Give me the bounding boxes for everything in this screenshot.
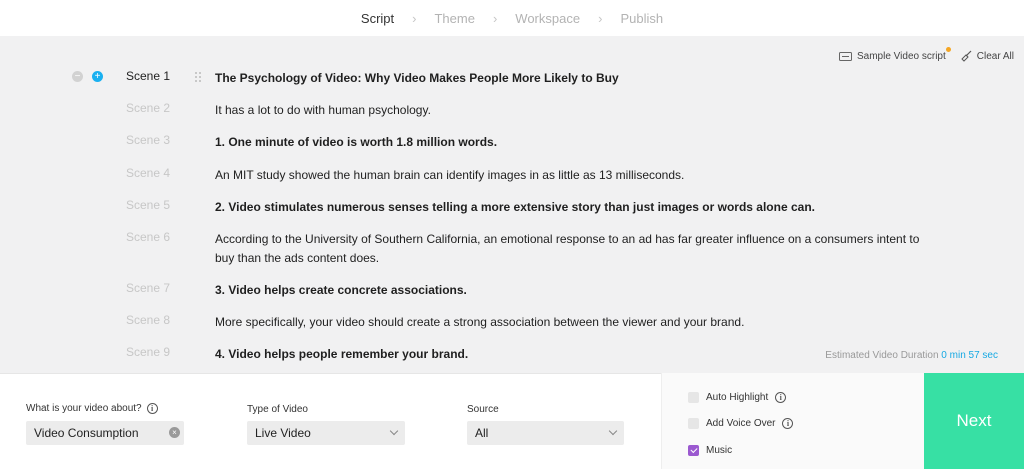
music-label: Music (706, 445, 733, 456)
info-icon[interactable]: i (782, 418, 794, 429)
scene-label[interactable]: Scene 5 (126, 198, 170, 212)
next-button[interactable]: Next (924, 373, 1024, 469)
chevron-right-icon: › (598, 10, 603, 26)
clear-all-label: Clear All (976, 50, 1014, 62)
notification-dot (945, 46, 951, 52)
step-script[interactable]: Script (357, 11, 398, 26)
scene-text[interactable]: According to the University of Southern … (215, 230, 935, 268)
sample-video-script-button[interactable]: Sample Video script (839, 46, 951, 62)
scene-text[interactable]: An MIT study showed the human brain can … (215, 166, 935, 185)
scene-label[interactable]: Scene 6 (126, 230, 170, 244)
type-field-label: Type of Video (247, 404, 308, 415)
clear-input-icon[interactable]: × (169, 427, 180, 438)
sample-video-script-label: Sample Video script (857, 50, 946, 62)
about-label-text: What is your video about? (26, 403, 142, 414)
scene-label[interactable]: Scene 3 (126, 133, 170, 147)
scene-text[interactable]: More specifically, your video should cre… (215, 313, 935, 332)
voice-over-checkbox[interactable] (688, 418, 699, 429)
video-topic-field[interactable]: × (26, 421, 184, 445)
chevron-down-icon (389, 426, 399, 436)
scene-label[interactable]: Scene 2 (126, 101, 170, 115)
scene-label[interactable]: Scene 4 (126, 166, 170, 180)
voice-over-option[interactable]: Add Voice Over i (688, 418, 794, 429)
scene-label[interactable]: Scene 9 (126, 345, 170, 359)
auto-highlight-option[interactable]: Auto Highlight i (688, 392, 787, 403)
script-editor: Sample Video script Clear All − + Scene … (0, 36, 1024, 373)
auto-highlight-label: Auto Highlight (706, 392, 769, 403)
scene-text[interactable]: The Psychology of Video: Why Video Makes… (215, 69, 935, 88)
scene-text[interactable]: 3. Video helps create concrete associati… (215, 281, 935, 300)
scene-label[interactable]: Scene 1 (126, 69, 170, 83)
about-field-label: What is your video about? i (26, 403, 158, 414)
scene-label[interactable]: Scene 7 (126, 281, 170, 295)
source-field-label: Source (467, 404, 499, 415)
source-label-text: Source (467, 404, 499, 415)
video-type-value: Live Video (255, 426, 311, 440)
step-navigation: Script › Theme › Workspace › Publish (0, 0, 1024, 36)
options-panel: Auto Highlight i Add Voice Over i Music (661, 373, 924, 469)
music-option[interactable]: Music (688, 445, 732, 456)
broom-icon (961, 50, 972, 62)
auto-highlight-checkbox[interactable] (688, 392, 699, 403)
duration-label: Estimated Video Duration (825, 350, 939, 361)
scene-text[interactable]: It has a lot to do with human psychology… (215, 101, 935, 120)
drag-handle-icon[interactable] (194, 71, 202, 83)
chevron-down-icon (608, 426, 618, 436)
video-type-select[interactable]: Live Video (247, 421, 405, 445)
scene-text[interactable]: 1. One minute of video is worth 1.8 mill… (215, 133, 935, 152)
estimated-duration: Estimated Video Duration 0 min 57 sec (825, 350, 998, 361)
add-scene-icon[interactable]: + (92, 71, 103, 82)
clear-all-button[interactable]: Clear All (960, 50, 1014, 62)
remove-scene-icon[interactable]: − (72, 71, 83, 82)
duration-value: 0 min 57 sec (941, 350, 998, 361)
source-select[interactable]: All (467, 421, 624, 445)
source-value: All (475, 426, 489, 440)
scene-label[interactable]: Scene 8 (126, 313, 170, 327)
type-label-text: Type of Video (247, 404, 308, 415)
editor-toolbar: Sample Video script Clear All (839, 46, 1014, 62)
step-publish[interactable]: Publish (616, 11, 667, 26)
music-checkbox[interactable] (688, 445, 699, 456)
scene-text[interactable]: 2. Video stimulates numerous senses tell… (215, 198, 935, 217)
step-workspace[interactable]: Workspace (511, 11, 584, 26)
video-topic-input[interactable] (34, 426, 164, 440)
voice-over-label: Add Voice Over (706, 418, 776, 429)
info-icon[interactable]: i (146, 403, 158, 414)
info-icon[interactable]: i (775, 392, 787, 403)
chevron-right-icon: › (412, 10, 417, 26)
step-theme[interactable]: Theme (430, 11, 478, 26)
chevron-right-icon: › (492, 10, 498, 26)
video-script-icon (839, 51, 852, 61)
